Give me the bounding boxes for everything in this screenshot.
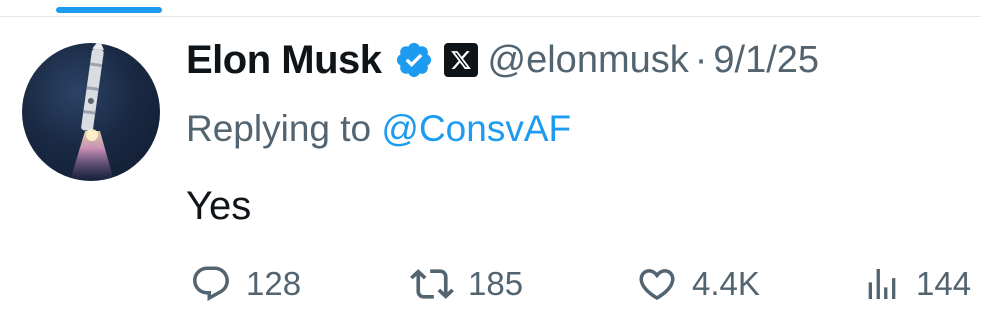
reply-button[interactable]: 128 [190, 259, 301, 309]
separator-dot: · [694, 38, 708, 81]
replying-to-mention[interactable]: @ConsvAF [381, 108, 571, 149]
like-count: 4.4K [692, 265, 760, 302]
active-tab-indicator [56, 7, 162, 13]
avatar[interactable] [22, 43, 160, 181]
views-count: 144 [916, 265, 972, 302]
tweet-date[interactable]: 9/1/25 [713, 39, 819, 82]
tweet-header: Elon Musk @elonmusk · 9/1/25 [186, 34, 819, 86]
like-button[interactable]: 4.4K [636, 259, 760, 309]
reply-icon [193, 266, 229, 301]
retweet-button[interactable]: 185 [410, 259, 523, 309]
display-name[interactable]: Elon Musk [186, 38, 382, 83]
heart-icon [639, 269, 675, 301]
tweet-text: Yes [186, 184, 252, 228]
x-logo-icon[interactable] [443, 43, 478, 77]
retweet-icon [410, 269, 454, 299]
views-button[interactable]: 144 [862, 259, 971, 309]
reply-count: 128 [246, 265, 302, 302]
replying-to-line: Replying to @ConsvAF [186, 108, 571, 150]
retweet-count: 185 [468, 265, 524, 302]
user-handle[interactable]: @elonmusk [488, 39, 689, 82]
replying-prefix: Replying to [186, 108, 372, 149]
verified-checkmark-icon[interactable] [394, 40, 434, 80]
divider [0, 16, 981, 17]
views-icon [868, 269, 896, 299]
rocket-avatar-image [70, 43, 114, 181]
